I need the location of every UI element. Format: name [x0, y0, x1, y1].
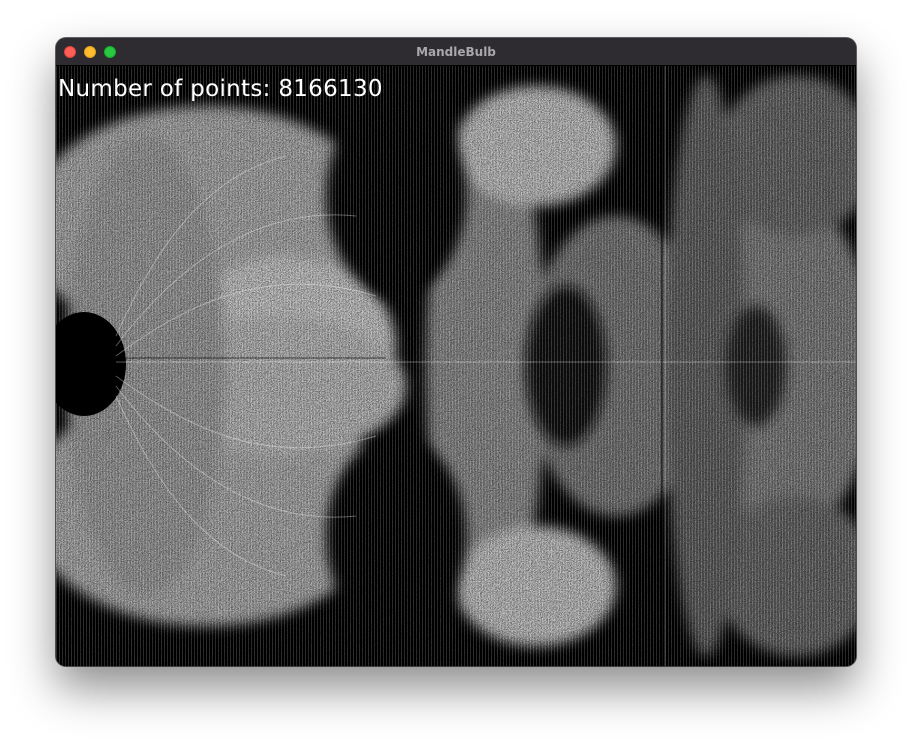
- app-window: MandleBulb Number of points: 8166130: [56, 38, 856, 666]
- title-bar[interactable]: MandleBulb: [56, 38, 856, 66]
- points-label: Number of points:: [58, 76, 271, 102]
- mandelbulb-render: [56, 66, 856, 666]
- points-counter: Number of points: 8166130: [58, 76, 383, 102]
- points-value: 8166130: [278, 76, 383, 102]
- render-viewport[interactable]: Number of points: 8166130: [56, 66, 856, 666]
- window-title: MandleBulb: [416, 45, 496, 59]
